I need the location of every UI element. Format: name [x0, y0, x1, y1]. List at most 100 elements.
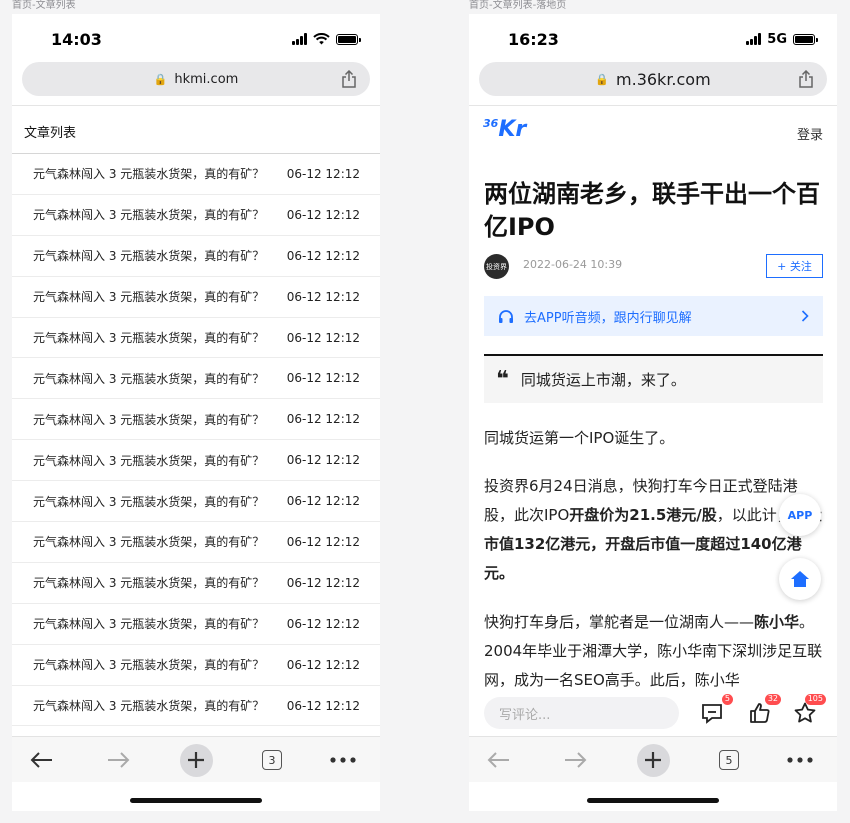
article-date: 06-12 12:12 — [286, 289, 360, 304]
status-icons — [292, 30, 361, 48]
arrow-right-icon — [108, 752, 130, 768]
favorite-button[interactable]: 105 — [790, 694, 826, 728]
article-date: 06-12 12:12 — [286, 657, 360, 672]
article-date: 06-12 12:12 — [286, 248, 360, 263]
article-list-item[interactable]: 元气森林闯入 3 元瓶装水货架，真的有矿？ 06-12 12:12 — [12, 645, 380, 686]
more-icon — [787, 757, 813, 763]
author-avatar[interactable]: 投资界 — [484, 254, 509, 279]
audio-banner-text: 去APP听音频，跟内行聊见解 — [524, 310, 692, 326]
article-title: 元气森林闯入 3 元瓶装水货架，真的有矿？ — [33, 249, 265, 264]
article-list-item[interactable]: 元气森林闯入 3 元瓶装水货架，真的有矿？ 06-12 12:12 — [12, 154, 380, 195]
article-title: 两位湖南老乡，联手干出一个百亿IPO — [484, 180, 820, 241]
article-paragraph: 快狗打车身后，掌舵者是一位湖南人——陈小华。2004年毕业于湘潭大学，陈小华南下… — [484, 613, 823, 689]
address-bar[interactable]: 🔒 hkmi.com — [22, 62, 370, 96]
more-button[interactable] — [783, 743, 817, 777]
site-header: 36Kr 登录 — [483, 114, 823, 148]
article-date: 06-12 12:12 — [286, 453, 360, 468]
article-title: 元气森林闯入 3 元瓶装水货架，真的有矿？ — [33, 290, 265, 305]
tabs-button[interactable]: 5 — [712, 743, 746, 777]
article-list-item[interactable]: 元气森林闯入 3 元瓶装水货架，真的有矿？ 06-12 12:12 — [12, 236, 380, 277]
article-title: 元气森林闯入 3 元瓶装水货架，真的有矿？ — [33, 494, 265, 509]
publish-time: 2022-06-24 10:39 — [523, 258, 623, 271]
article-list-item[interactable]: 元气森林闯入 3 元瓶装水货架，真的有矿？ 06-12 12:12 — [12, 277, 380, 318]
article-list-item[interactable]: 元气森林闯入 3 元瓶装水货架，真的有矿？ 06-12 12:12 — [12, 563, 380, 604]
battery-icon — [336, 33, 361, 45]
browser-toolbar: 3 — [12, 736, 380, 782]
chevron-right-icon — [801, 310, 809, 322]
article-title: 元气森林闯入 3 元瓶装水货架，真的有矿？ — [33, 208, 265, 223]
article-date: 06-12 12:12 — [286, 494, 360, 509]
article-title: 元气森林闯入 3 元瓶装水货架，真的有矿？ — [33, 617, 265, 632]
article-date: 06-12 12:12 — [286, 698, 360, 713]
article-date: 06-12 12:12 — [286, 207, 360, 222]
open-app-button[interactable]: APP — [779, 494, 821, 536]
article-date: 06-12 12:12 — [286, 166, 360, 181]
headphones-icon — [499, 309, 513, 323]
article-list-item[interactable]: 元气森林闯入 3 元瓶装水货架，真的有矿？ 06-12 12:12 — [12, 399, 380, 441]
article-meta: 投资界 2022-06-24 10:39 + 关注 — [484, 254, 823, 280]
article-list-item[interactable]: 元气森林闯入 3 元瓶装水货架，真的有矿？ 06-12 12:12 — [12, 686, 380, 727]
article-list-item[interactable]: 元气森林闯入 3 元瓶装水货架，真的有矿？ 06-12 12:12 — [12, 358, 380, 400]
lock-icon: 🔒 — [595, 72, 610, 86]
article-title: 元气森林闯入 3 元瓶装水货架，真的有矿？ — [33, 331, 265, 345]
arrow-right-icon — [565, 752, 587, 768]
article-list: 元气森林闯入 3 元瓶装水货架，真的有矿？ 06-12 12:12 元气森林闯入 3… — [12, 154, 380, 727]
share-icon[interactable] — [341, 70, 357, 88]
comment-input[interactable]: 写评论... — [484, 697, 679, 729]
wifi-icon — [313, 33, 330, 45]
comments-button[interactable]: 5 — [697, 694, 733, 728]
back-button[interactable] — [482, 743, 516, 777]
plus-icon — [636, 743, 670, 777]
tabs-button[interactable]: 3 — [255, 743, 289, 777]
caption-left: 首页-文章列表 — [12, 0, 76, 11]
more-icon — [330, 757, 356, 763]
share-icon[interactable] — [798, 70, 814, 88]
site-logo[interactable]: 36Kr — [483, 117, 526, 142]
article-list-item[interactable]: 元气森林闯入 3 元瓶装水货架，真的有矿？ 06-12 12:12 — [12, 440, 380, 482]
more-button[interactable] — [326, 743, 360, 777]
follow-button[interactable]: + 关注 — [766, 254, 823, 278]
article-paragraph: 同城货运第一个IPO诞生了。 — [484, 429, 675, 447]
page-title: 文章列表 — [24, 126, 77, 141]
status-time: 16:23 — [508, 30, 559, 49]
comment-count-badge: 5 — [721, 694, 733, 705]
arrow-left-icon — [30, 752, 52, 768]
home-button[interactable] — [779, 558, 821, 600]
url-text[interactable]: m.36kr.com — [616, 70, 711, 89]
article-list-item[interactable]: 元气森林闯入 3 元瓶装水货架，真的有矿？ 06-12 12:12 — [12, 604, 380, 645]
forward-button[interactable] — [558, 743, 592, 777]
listen-audio-banner[interactable]: 去APP听音频，跟内行聊见解 — [484, 296, 823, 336]
article-date: 06-12 12:12 — [286, 534, 360, 549]
forward-button[interactable] — [101, 743, 135, 777]
article-list-item[interactable]: 元气森林闯入 3 元瓶装水货架，真的有矿？ 06-12 12:12 — [12, 522, 380, 563]
new-tab-button[interactable] — [636, 743, 670, 777]
plus-icon — [179, 743, 213, 777]
address-bar[interactable]: 🔒 m.36kr.com — [479, 62, 827, 96]
status-bar: 16:23 5G — [469, 14, 837, 62]
comment-bar: 写评论... 5 32 105 — [469, 690, 837, 736]
left-phone-screen: 14:03 🔒 hkmi.com 文章列表 元气森林闯入 3 元瓶装水货架，真的… — [12, 14, 380, 811]
article-title: 元气森林闯入 3 元瓶装水货架，真的有矿？ — [33, 167, 265, 182]
home-indicator[interactable] — [587, 798, 719, 803]
article-list-item[interactable]: 元气森林闯入 3 元瓶装水货架，真的有矿？ 06-12 12:12 — [12, 318, 380, 359]
network-label: 5G — [767, 31, 787, 47]
browser-toolbar: 5 — [469, 736, 837, 782]
article-title: 元气森林闯入 3 元瓶装水货架，真的有矿？ — [33, 453, 265, 468]
header-divider — [469, 105, 837, 106]
quote-text: 同城货运上市潮，来了。 — [520, 371, 686, 389]
like-button[interactable]: 32 — [745, 694, 781, 728]
article-title: 元气森林闯入 3 元瓶装水货架，真的有矿？ — [33, 658, 265, 673]
url-text[interactable]: hkmi.com — [174, 72, 238, 87]
home-indicator[interactable] — [130, 798, 262, 803]
new-tab-button[interactable] — [179, 743, 213, 777]
back-button[interactable] — [25, 743, 59, 777]
status-icons: 5G — [746, 30, 818, 48]
signal-icon — [746, 33, 762, 45]
login-link[interactable]: 登录 — [797, 124, 823, 143]
article-list-item[interactable]: 元气森林闯入 3 元瓶装水货架，真的有矿？ 06-12 12:12 — [12, 481, 380, 523]
article-title: 元气森林闯入 3 元瓶装水货架，真的有矿？ — [33, 535, 265, 550]
article-list-item[interactable]: 元气森林闯入 3 元瓶装水货架，真的有矿？ 06-12 12:12 — [12, 195, 380, 236]
status-bar: 14:03 — [12, 14, 380, 62]
like-count-badge: 32 — [764, 694, 781, 705]
article-paragraph: 投资界6月24日消息，快狗打车今日正式登陆港股，此次IPO开盘价为21.5港元/… — [484, 477, 822, 582]
